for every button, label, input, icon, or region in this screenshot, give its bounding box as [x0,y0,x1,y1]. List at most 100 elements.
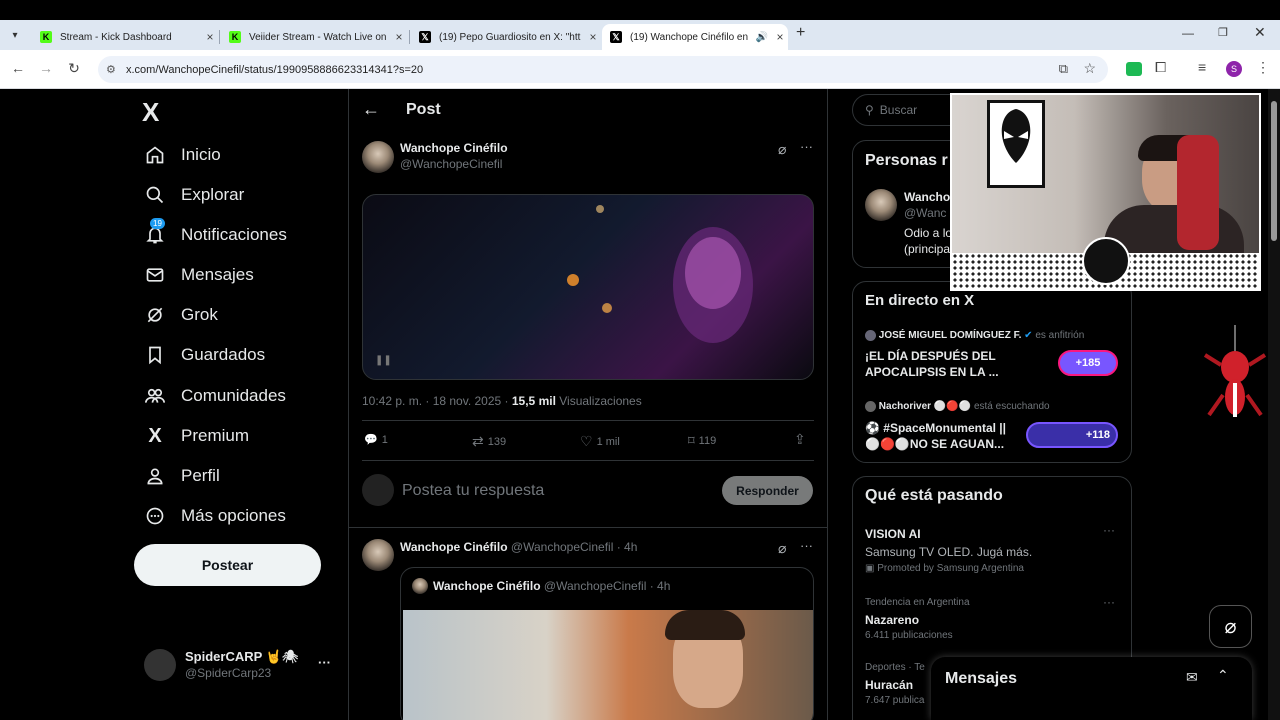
new-tab-button[interactable]: + [796,24,805,42]
share-icon[interactable]: ⇪ [794,431,806,448]
sidebar-item-grok[interactable]: Grok [144,300,218,330]
tab-pepo-guardiosito[interactable]: 𝕏 (19) Pepo Guardiosito en X: "htt × [411,24,601,50]
more-icon[interactable]: ··· [318,655,331,670]
speaker-icon[interactable]: 🔊 [756,32,768,43]
avatar[interactable] [362,141,394,173]
webcam-overlay [950,93,1261,291]
tab-search-icon[interactable]: ▾ [6,27,24,45]
like-action[interactable]: ♡ 1 mil [580,433,620,450]
live-listener: Nachoriver ⚪🔴⚪ está escuchando [865,401,1050,412]
trend-sub: 6.411 publicaciones [865,630,953,641]
post-timestamp: 10:42 p. m. · 18 nov. 2025 · 15,5 mil Vi… [362,394,642,408]
back-arrow-icon[interactable]: ← [362,99,380,120]
scrollbar[interactable] [1268,89,1280,720]
more-circle-icon [144,505,166,527]
bookmark-star-icon[interactable]: ☆ [1083,60,1096,77]
url-text: x.com/WanchopeCinefil/status/19909588866… [126,63,424,76]
sidebar-item-premium[interactable]: X Premium [144,421,249,451]
live-space-title[interactable]: ¡EL DÍA DESPUÉS DEL APOCALIPSIS EN LA ..… [865,348,1045,380]
close-icon[interactable]: × [202,30,218,44]
more-icon[interactable]: ··· [800,139,813,154]
sidebar-item-mensajes[interactable]: Mensajes [144,260,254,290]
suggest-name[interactable]: Wancho [904,190,950,204]
repost-count: 139 [487,435,507,448]
reply-icon: 💬 [364,434,378,446]
expand-icon[interactable]: ⌃ [1217,667,1229,684]
tab-title: (19) Wanchope Cinéfilo en [630,31,749,43]
spiderman-poster [987,100,1045,188]
home-icon [144,144,166,166]
search-icon: ⚲ [865,103,874,117]
trend-sub: 7.647 publica [865,695,925,706]
author-name[interactable]: Wanchope Cinéfilo [400,141,508,155]
quote-header: Wanchope Cinéfilo @WanchopeCinefil · 4h [433,579,671,593]
quoted-post[interactable]: Wanchope Cinéfilo @WanchopeCinefil · 4h [400,567,814,720]
x-logo[interactable]: X [142,97,159,128]
maximize-button[interactable]: ❐ [1218,26,1228,39]
puzzle-icon[interactable]: ⧠ [1155,59,1166,76]
back-button[interactable]: ← [8,60,28,76]
mail-icon [144,264,166,286]
scrollbar-thumb[interactable] [1271,101,1277,241]
reply-action[interactable]: 💬 1 [364,433,388,447]
avatar[interactable] [865,189,897,221]
more-icon[interactable]: ··· [800,538,813,553]
repost-action[interactable]: ⇄ 139 [472,433,506,450]
sidebar-item-notificaciones[interactable]: 19 Notificaciones [144,218,287,250]
reply-input[interactable]: Postea tu respuesta [402,482,544,500]
pause-icon[interactable]: ❚❚ [375,355,392,366]
menu-icon[interactable]: ⋮ [1256,59,1270,76]
reload-button[interactable]: ↻ [64,60,84,77]
more-icon[interactable]: ··· [1103,595,1115,609]
close-icon[interactable]: × [585,30,601,44]
sidebar-item-explorar[interactable]: Explorar [144,180,244,210]
sidebar-item-guardados[interactable]: Guardados [144,340,265,370]
kick-icon: K [40,31,52,43]
tab-veiider-stream[interactable]: K Veiider Stream - Watch Live on × [221,24,407,50]
more-icon[interactable]: ··· [1103,523,1115,537]
author-handle[interactable]: @WanchopeCinefil [400,157,502,171]
video-player[interactable]: ❚❚ [362,194,814,380]
url-field[interactable]: ⚙ x.com/WanchopeCinefil/status/199095888… [98,56,1108,83]
grok-fab-button[interactable]: ⌀ [1209,605,1252,648]
tab-kick-dashboard[interactable]: K Stream - Kick Dashboard × [32,24,218,50]
media-icon[interactable]: ≡ [1198,59,1206,75]
live-join-button[interactable]: +185 [1058,350,1118,376]
sidebar-item-label: Guardados [181,345,266,364]
tab-wanchope-active[interactable]: 𝕏 (19) Wanchope Cinéfilo en 🔊 × [602,24,788,50]
close-icon[interactable]: × [391,30,407,44]
live-space-title[interactable]: ⚽ #SpaceMonumental || ⚪🔴⚪NO SE AGUAN... [865,420,1045,452]
column-divider [827,89,828,720]
site-info-icon[interactable]: ⚙ [106,63,116,76]
reply-button[interactable]: Responder [722,476,813,505]
tab-title: (19) Pepo Guardiosito en X: "htt [439,31,581,43]
live-join-button[interactable]: +118 [1026,422,1118,448]
tab-title: Veiider Stream - Watch Live on [249,31,387,43]
profile-avatar[interactable]: S [1226,61,1242,77]
avatar[interactable] [362,539,394,571]
post-button[interactable]: Postear [134,544,321,586]
messages-drawer[interactable]: Mensajes ✉ ⌃ [931,657,1252,720]
close-window-button[interactable]: ✕ [1254,24,1266,41]
sidebar-item-label: Notificaciones [181,225,287,244]
trend-promo: ▣ Promoted by Samsung Argentina [865,563,1024,574]
avatar [144,649,176,681]
close-icon[interactable]: × [772,30,788,44]
bookmark-action[interactable]: ⌑ 119 [688,433,716,449]
sidebar-item-comunidades[interactable]: Comunidades [144,381,286,411]
sidebar-item-label: Grok [181,305,218,324]
sidebar-item-inicio[interactable]: Inicio [144,140,221,170]
new-message-icon[interactable]: ✉ [1186,669,1198,686]
trend-name[interactable]: Nazareno [865,613,919,627]
extension-icon[interactable] [1126,62,1142,76]
grok-icon[interactable]: ⌀ [778,141,786,158]
trend-name[interactable]: Huracán [865,678,913,692]
minimize-button[interactable]: — [1182,26,1194,40]
trend-name[interactable]: VISION AI [865,527,921,541]
sidebar-item-mas-opciones[interactable]: Más opciones [144,501,286,531]
grok-icon[interactable]: ⌀ [778,540,786,557]
sidebar-item-perfil[interactable]: Perfil [144,461,220,491]
account-switcher[interactable]: SpiderCARP 🤘🕷 @SpiderCarp23 ··· [144,647,334,683]
forward-button[interactable]: → [36,60,56,76]
cast-icon[interactable]: ⧉ [1059,61,1068,77]
